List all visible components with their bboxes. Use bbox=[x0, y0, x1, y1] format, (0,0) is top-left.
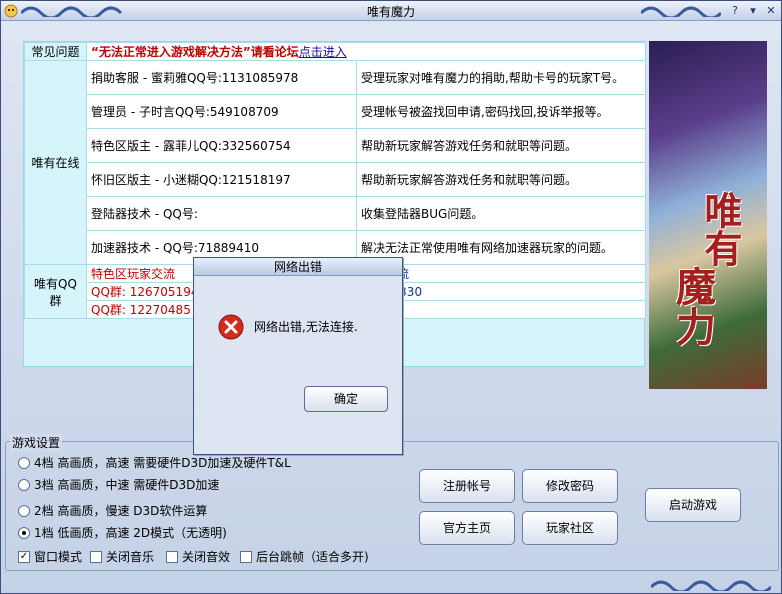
settings-legend: 游戏设置 bbox=[10, 434, 63, 451]
faq-notice: “无法正常进入游戏解决方法”请看论坛 bbox=[91, 45, 299, 59]
radio-button[interactable] bbox=[18, 478, 30, 491]
cloud-ornament-icon bbox=[641, 6, 721, 17]
minimize-icon[interactable]: ▾ bbox=[745, 3, 761, 19]
quality-option-1[interactable]: 1档 低画质，高速 2D模式（无透明) bbox=[18, 524, 227, 541]
table-row: 特色区版主 - 露菲儿QQ:332560754 帮助新玩家解答游戏任务和就职等问… bbox=[25, 128, 646, 163]
start-game-button[interactable]: 启动游戏 bbox=[645, 488, 741, 522]
cloud-ornament-icon bbox=[651, 580, 771, 591]
error-dialog: 网络出错 网络出错,无法连接. 确定 bbox=[193, 257, 403, 455]
change-password-button[interactable]: 修改密码 bbox=[522, 469, 618, 503]
table-row: 登陆器技术 - QQ号: 收集登陆器BUG问题。 bbox=[25, 196, 646, 231]
community-button[interactable]: 玩家社区 bbox=[522, 511, 618, 545]
radio-button[interactable] bbox=[18, 456, 30, 469]
background-frameskip-checkbox[interactable]: 后台跳帧（适合多开) bbox=[240, 548, 369, 565]
ok-button[interactable]: 确定 bbox=[304, 386, 388, 412]
table-row: 管理员 - 子时言QQ号:549108709 受理帐号被盗找回申请,密码找回,投… bbox=[25, 94, 646, 129]
checkbox[interactable] bbox=[90, 550, 102, 563]
help-icon[interactable]: ? bbox=[727, 3, 743, 19]
contact-desc: 受理帐号被盗找回申请,密码找回,投诉举报等。 bbox=[356, 94, 646, 129]
quality-option-3[interactable]: 3档 高画质，中速 需硬件D3D加速 bbox=[18, 476, 219, 493]
forum-link[interactable]: 点击进入 bbox=[299, 45, 347, 59]
contact-desc: 受理玩家对唯有魔力的捐助,帮助卡号的玩家T号。 bbox=[356, 60, 646, 95]
contact-role: 管理员 - 子时言QQ号:549108709 bbox=[86, 94, 357, 129]
windowed-mode-checkbox[interactable]: ✓ 窗口模式 bbox=[18, 548, 82, 565]
register-button[interactable]: 注册帐号 bbox=[419, 469, 515, 503]
contact-desc: 收集登陆器BUG问题。 bbox=[356, 196, 646, 231]
contact-role: 捐助客服 - 蜜莉雅QQ号:1131085978 bbox=[86, 60, 357, 95]
error-icon bbox=[218, 314, 244, 340]
category-groups: 唯有QQ群 bbox=[24, 264, 87, 319]
contact-desc: 帮助新玩家解答游戏任务和就职等问题。 bbox=[356, 128, 646, 163]
table-row: 唯有在线 捐助客服 - 蜜莉雅QQ号:1131085978 受理玩家对唯有魔力的… bbox=[24, 60, 646, 265]
mute-sfx-checkbox[interactable]: 关闭音效 bbox=[166, 548, 230, 565]
close-icon[interactable]: ✕ bbox=[763, 3, 779, 19]
category-online: 唯有在线 bbox=[24, 60, 87, 265]
category-faq: 常见问题 bbox=[24, 42, 87, 61]
checkbox[interactable] bbox=[240, 550, 252, 563]
homepage-button[interactable]: 官方主页 bbox=[419, 511, 515, 545]
quality-option-2[interactable]: 2档 高画质，慢速 D3D软件运算 bbox=[18, 502, 207, 519]
radio-button[interactable] bbox=[18, 504, 30, 517]
checkbox-checked[interactable]: ✓ bbox=[18, 550, 30, 563]
launcher-window: 唯有魔力 ? ▾ ✕ 常见问题 “无法正常进入游戏解决方法”请看论坛点击进入 唯… bbox=[0, 0, 782, 594]
radio-button-selected[interactable] bbox=[18, 526, 30, 539]
quality-option-4[interactable]: 4档 高画质，高速 需要硬件D3D加速及硬件T&L bbox=[18, 454, 291, 471]
mute-music-checkbox[interactable]: 关闭音乐 bbox=[90, 548, 154, 565]
contact-desc: 帮助新玩家解答游戏任务和就职等问题。 bbox=[356, 162, 646, 197]
checkbox[interactable] bbox=[166, 550, 178, 563]
contact-role: 登陆器技术 - QQ号: bbox=[86, 196, 357, 231]
table-row: 怀旧区版主 - 小迷糊QQ:121518197 帮助新玩家解答游戏任务和就职等问… bbox=[25, 162, 646, 197]
dialog-message: 网络出错,无法连接. bbox=[254, 320, 358, 334]
contact-role: 怀旧区版主 - 小迷糊QQ:121518197 bbox=[86, 162, 357, 197]
cloud-ornament-icon bbox=[21, 6, 123, 17]
contact-role: 特色区版主 - 露菲儿QQ:332560754 bbox=[86, 128, 357, 163]
game-banner: 唯有 魔力 bbox=[649, 41, 767, 389]
dialog-title[interactable]: 网络出错 bbox=[194, 258, 402, 276]
table-row: 常见问题 “无法正常进入游戏解决方法”请看论坛点击进入 bbox=[24, 42, 646, 61]
banner-title-1: 唯有 bbox=[698, 191, 743, 267]
banner-title-2: 魔力 bbox=[669, 266, 716, 346]
